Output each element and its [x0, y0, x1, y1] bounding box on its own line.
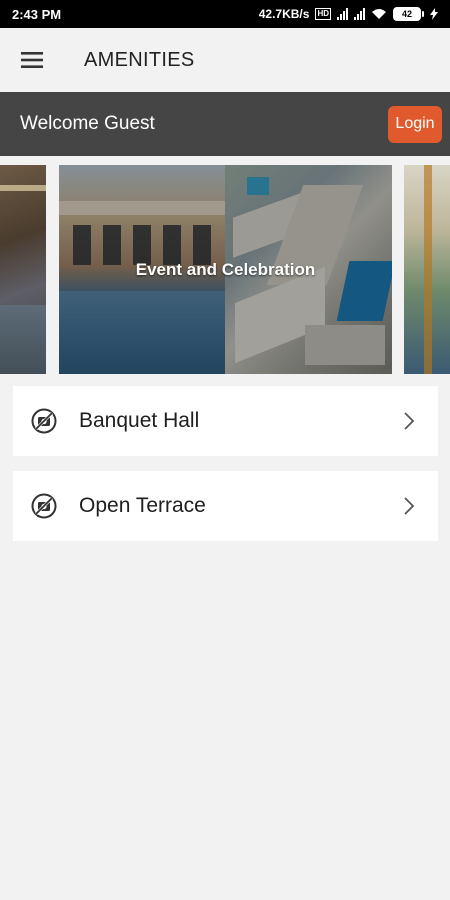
battery-icon: 42 [393, 7, 424, 21]
login-button[interactable]: Login [388, 105, 442, 143]
amenity-item-banquet-hall[interactable]: Banquet Hall [13, 386, 438, 456]
carousel-slide-active[interactable]: Event and Celebration [59, 165, 392, 374]
network-speed: 42.7KB/s [258, 7, 310, 21]
page-title: AMENITIES [84, 48, 195, 71]
hamburger-menu-icon[interactable] [0, 28, 64, 92]
carousel-slide-next[interactable] [404, 165, 450, 374]
chevron-right-icon [404, 497, 415, 515]
image-carousel[interactable]: Event and Celebration [0, 165, 450, 374]
hd-icon: HD [315, 8, 331, 20]
amenity-label: Banquet Hall [79, 409, 200, 432]
carousel-slide-previous[interactable] [0, 165, 46, 374]
amenity-label: Open Terrace [79, 494, 206, 517]
no-camera-icon [31, 408, 57, 434]
signal-2-icon [354, 8, 365, 20]
app-bar: AMENITIES [0, 28, 450, 92]
charging-icon [430, 8, 438, 20]
welcome-bar: Welcome Guest Login [0, 92, 450, 156]
no-camera-icon [31, 493, 57, 519]
status-indicators: 42.7KB/s HD 42 [259, 7, 438, 21]
signal-icon [337, 8, 348, 20]
status-time: 2:43 PM [12, 6, 62, 22]
wifi-icon [372, 9, 386, 19]
status-bar: 2:43 PM 42.7KB/s HD 42 [0, 0, 450, 28]
amenity-item-open-terrace[interactable]: Open Terrace [13, 471, 438, 541]
battery-level: 42 [393, 7, 421, 21]
chevron-right-icon [404, 412, 415, 430]
carousel-caption: Event and Celebration [135, 260, 316, 279]
welcome-text: Welcome Guest [20, 113, 155, 134]
